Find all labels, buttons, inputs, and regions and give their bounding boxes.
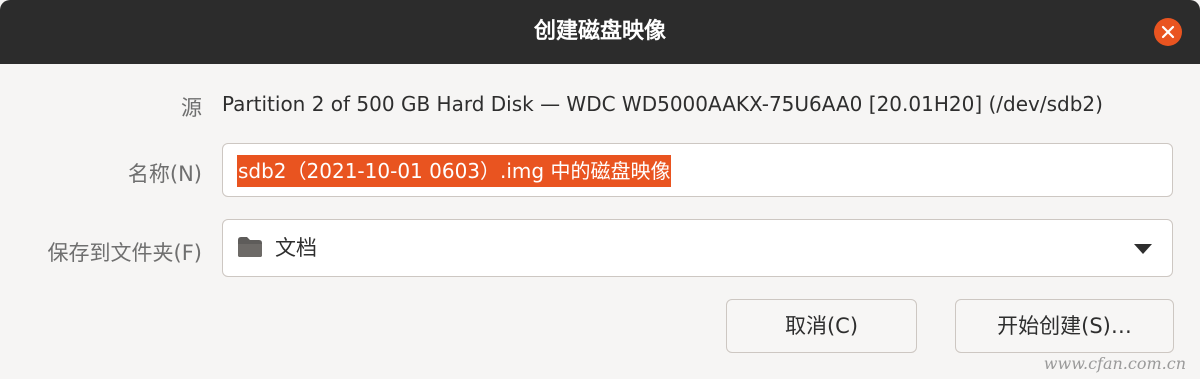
folder-value: 文档 [275,236,317,260]
name-label: 名称(N) [127,162,202,186]
folder-select[interactable]: 文档 [222,219,1173,277]
folder-label: 保存到文件夹(F) [47,241,202,265]
close-icon [1161,25,1175,39]
source-label: 源 [181,96,202,120]
window-title: 创建磁盘映像 [533,19,666,44]
source-value: Partition 2 of 500 GB Hard Disk — WDC WD… [222,92,1103,116]
chevron-down-icon [1134,244,1152,254]
name-input-value: sdb2（2021-10-01 0603）.img 中的磁盘映像 [237,155,672,187]
name-input[interactable]: sdb2（2021-10-01 0603）.img 中的磁盘映像 [222,143,1173,197]
title-bar: 创建磁盘映像 [0,0,1200,64]
folder-icon [238,237,262,257]
cancel-button[interactable]: 取消(C) [726,299,917,353]
close-button[interactable] [1154,18,1182,46]
start-create-button[interactable]: 开始创建(S)… [955,299,1174,353]
watermark: www.cfan.com.cn [1043,354,1186,373]
